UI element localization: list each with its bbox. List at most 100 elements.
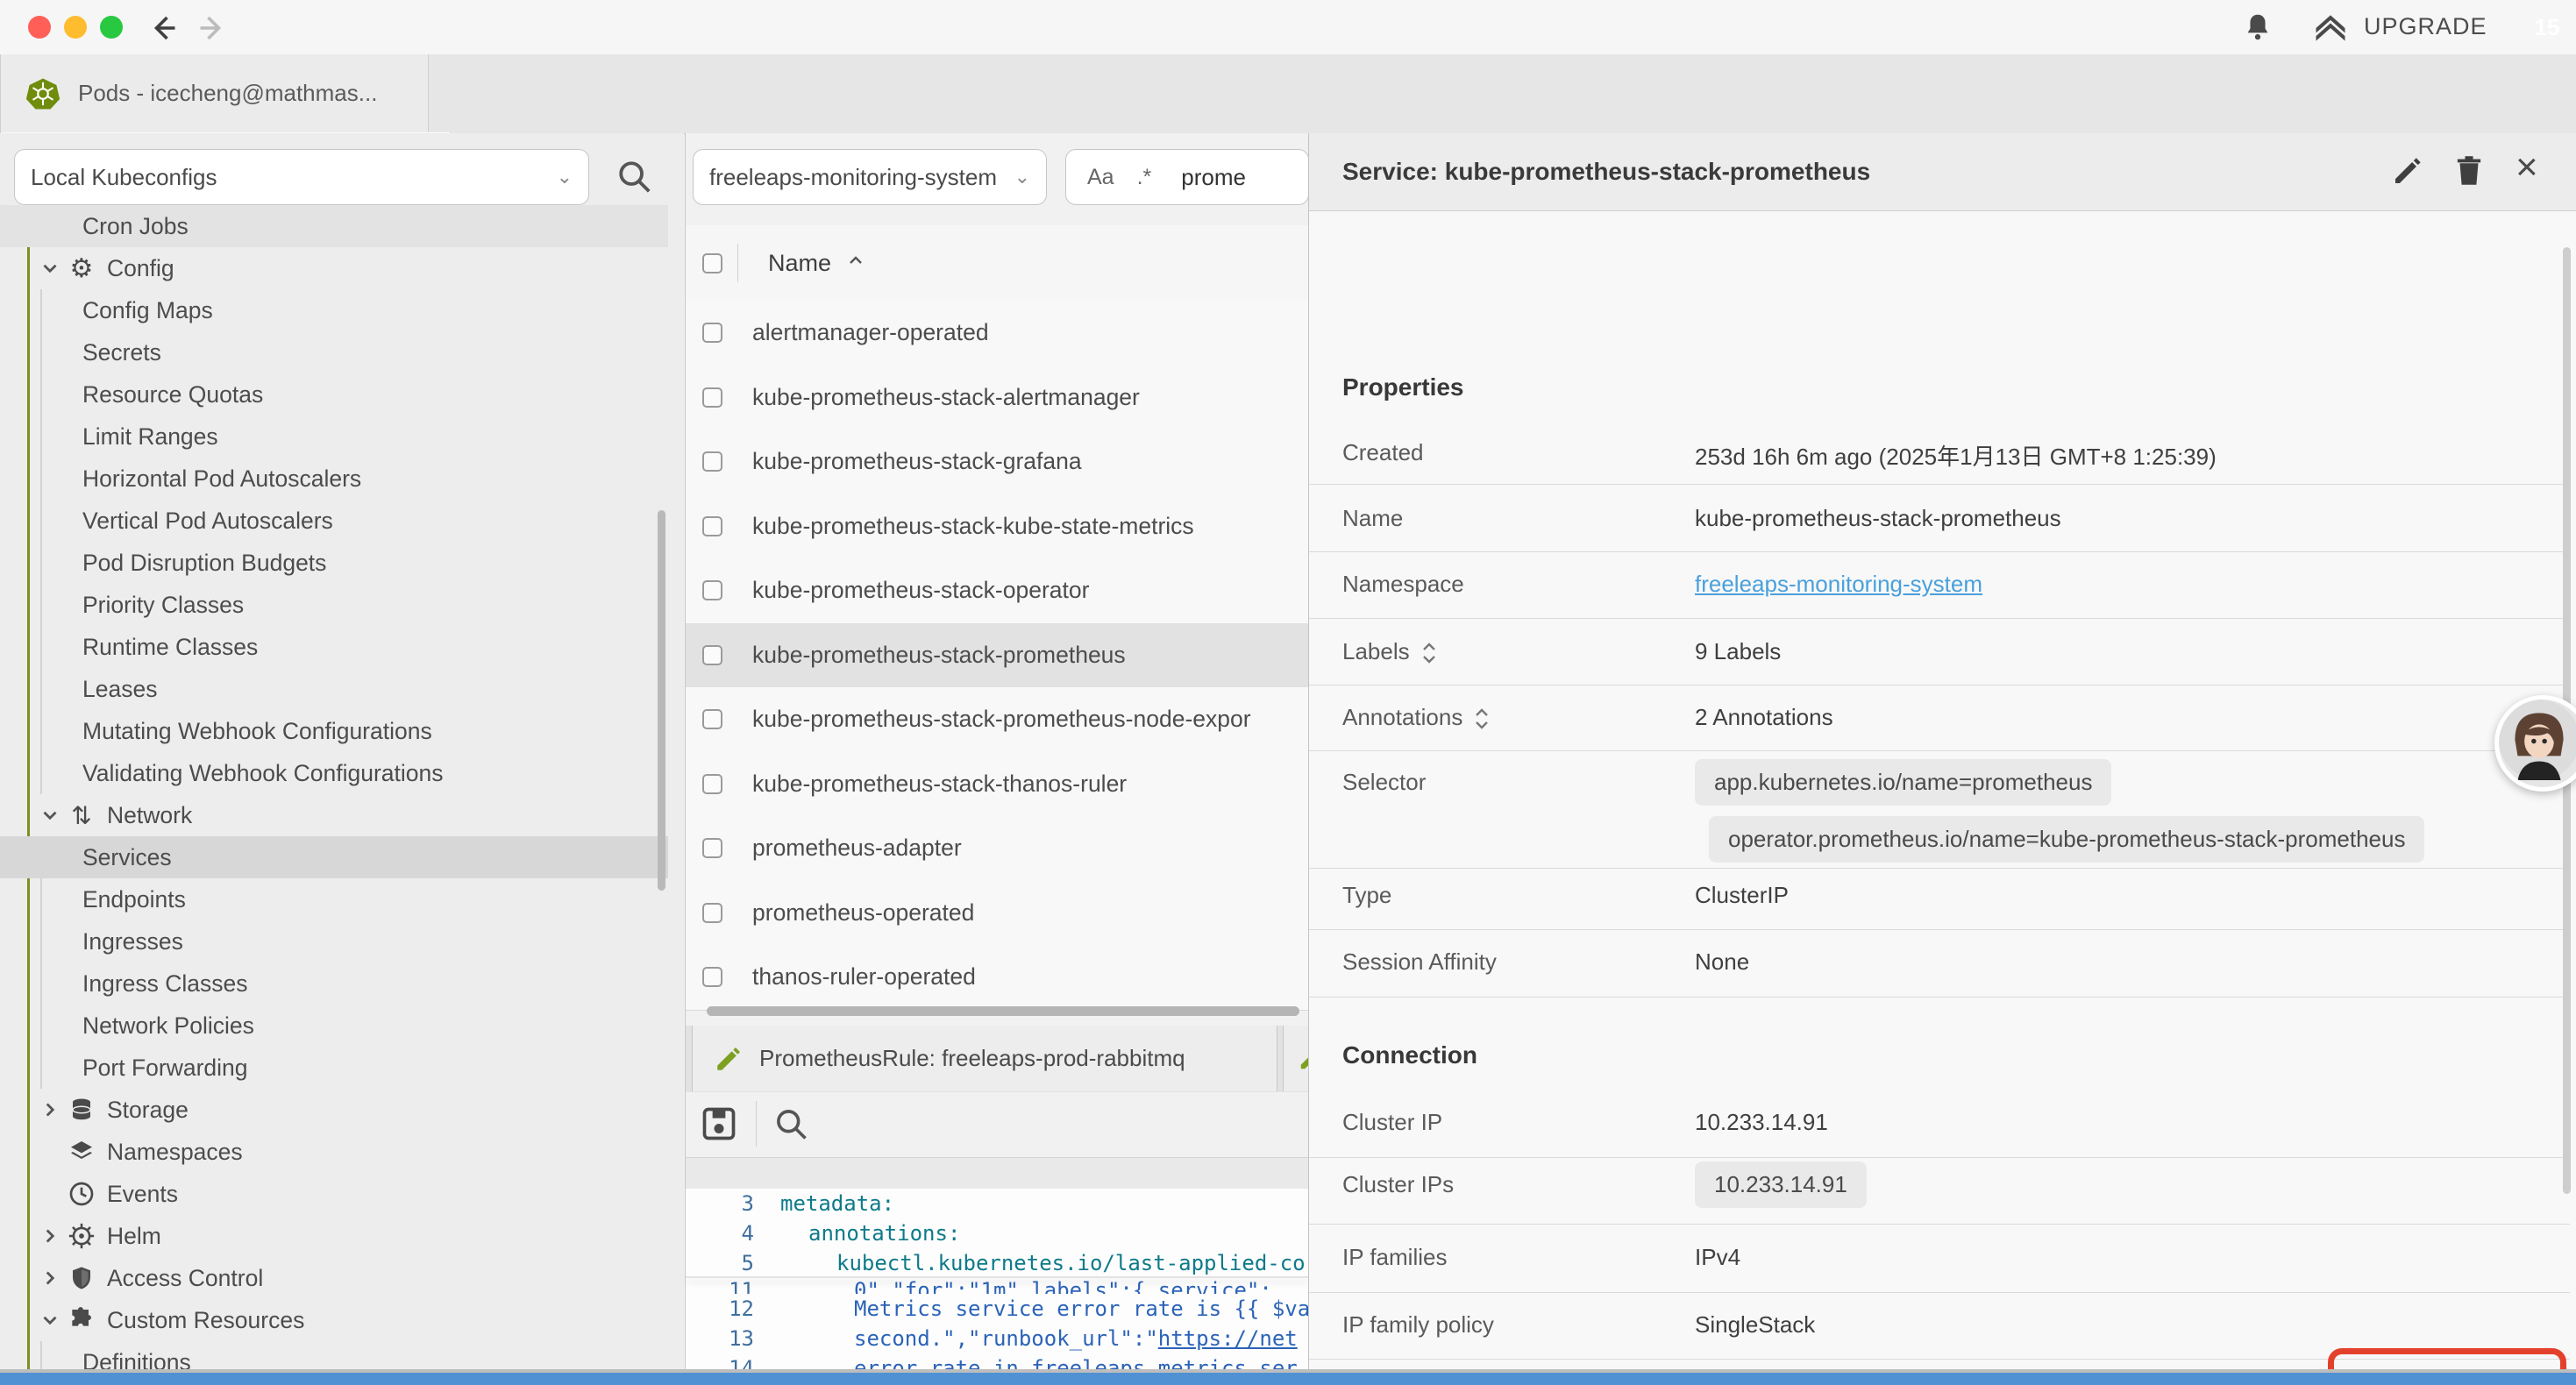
table-row[interactable]: kube-prometheus-stack-thanos-ruler: [686, 752, 1309, 818]
sidebar-item-storage[interactable]: Storage: [0, 1089, 668, 1131]
sidebar-item-ingresses[interactable]: Ingresses: [0, 920, 668, 962]
row-checkbox[interactable]: [702, 323, 722, 343]
row-checkbox[interactable]: [702, 580, 722, 600]
delete-trash-icon[interactable]: [2451, 153, 2487, 189]
close-icon[interactable]: ×: [2516, 146, 2538, 189]
sidebar-item-network[interactable]: ⇅Network: [0, 794, 668, 836]
sidebar-item-access-control[interactable]: Access Control: [0, 1257, 668, 1299]
sidebar-item-namespaces[interactable]: Namespaces: [0, 1131, 668, 1173]
editor-search-icon[interactable]: [772, 1104, 810, 1147]
back-icon[interactable]: [147, 12, 179, 44]
chevron-right-icon[interactable]: [39, 1225, 61, 1247]
table-row[interactable]: alertmanager-operated: [686, 301, 1309, 366]
table-row[interactable]: prometheus-adapter: [686, 816, 1309, 882]
gear-icon: ⚙: [65, 253, 98, 284]
sidebar-item-pod-disruption-budgets[interactable]: Pod Disruption Budgets: [0, 542, 668, 584]
chevron-down-icon[interactable]: [39, 804, 61, 827]
sidebar-item-config-maps[interactable]: Config Maps: [0, 289, 668, 331]
row-checkbox[interactable]: [702, 838, 722, 858]
sidebar-item-ingress-classes[interactable]: Ingress Classes: [0, 962, 668, 1005]
count-badge[interactable]: 15: [2525, 5, 2569, 49]
table-row[interactable]: thanos-ruler-operated: [686, 945, 1309, 1011]
upgrade-label[interactable]: UPGRADE: [2364, 13, 2487, 40]
sidebar-item-limit-ranges[interactable]: Limit Ranges: [0, 416, 668, 458]
row-checkbox[interactable]: [702, 903, 722, 923]
sidebar-item-horizontal-pod-autoscalers[interactable]: Horizontal Pod Autoscalers: [0, 458, 668, 500]
select-all-checkbox[interactable]: [702, 253, 722, 273]
line-link[interactable]: https://net: [1158, 1326, 1298, 1351]
table-row[interactable]: kube-prometheus-stack-kube-state-metrics: [686, 494, 1309, 560]
property-value: IPv4: [1695, 1244, 1740, 1271]
filter-query[interactable]: prome: [1181, 164, 1246, 191]
sidebar-item-services[interactable]: Services: [0, 836, 668, 878]
traffic-light-minimize[interactable]: [64, 16, 87, 39]
sidebar-item-cron-jobs[interactable]: Cron Jobs: [0, 205, 668, 247]
edit-pencil-icon[interactable]: [2389, 153, 2426, 189]
sidebar-item-label: Port Forwarding: [82, 1055, 248, 1082]
navigator-scrollbar[interactable]: [658, 510, 665, 891]
sidebar-item-secrets[interactable]: Secrets: [0, 331, 668, 373]
traffic-light-close[interactable]: [28, 16, 51, 39]
sidebar-item-endpoints[interactable]: Endpoints: [0, 878, 668, 920]
table-row[interactable]: kube-prometheus-stack-prometheus-node-ex…: [686, 687, 1309, 753]
filter-searchbox[interactable]: Aa .* prome: [1065, 149, 1309, 205]
namespace-link[interactable]: freeleaps-monitoring-system: [1695, 571, 1982, 598]
sort-asc-icon[interactable]: [845, 251, 866, 276]
editor-tab[interactable]: PrometheusRule: freeleaps-prod-rabbitmq: [692, 1026, 1277, 1091]
table-row[interactable]: kube-prometheus-stack-prometheus: [686, 623, 1309, 689]
sidebar-item-port-forwarding[interactable]: Port Forwarding: [0, 1047, 668, 1089]
sidebar-item-validating-webhook-configurations[interactable]: Validating Webhook Configurations: [0, 752, 668, 794]
sidebar-item-config[interactable]: ⚙Config: [0, 247, 668, 289]
traffic-light-zoom[interactable]: [100, 16, 123, 39]
horizontal-scrollbar[interactable]: [707, 1006, 1299, 1016]
sidebar-item-runtime-classes[interactable]: Runtime Classes: [0, 626, 668, 668]
table-row[interactable]: kube-prometheus-stack-grafana: [686, 430, 1309, 495]
sidebar-item-priority-classes[interactable]: Priority Classes: [0, 584, 668, 626]
upgrade-icon[interactable]: [2311, 9, 2350, 52]
row-checkbox[interactable]: [702, 451, 722, 472]
sidebar-item-custom-resources[interactable]: Custom Resources: [0, 1299, 668, 1341]
service-name: prometheus-adapter: [752, 835, 962, 862]
forward-icon[interactable]: [196, 12, 228, 44]
sidebar-item-events[interactable]: Events: [0, 1173, 668, 1215]
row-checkbox[interactable]: [702, 645, 722, 665]
tab-pods-icecheng-mathmas[interactable]: Pods - icecheng@mathmas...: [0, 54, 429, 132]
line-number: 11: [686, 1278, 754, 1294]
chevron-right-icon[interactable]: [39, 1098, 61, 1121]
sorter-icon[interactable]: [1473, 706, 1491, 732]
row-checkbox[interactable]: [702, 709, 722, 729]
yaml-editor[interactable]: 3metadata:4annotations:5kubectl.kubernet…: [686, 1189, 1309, 1373]
navigator-search-icon[interactable]: [614, 156, 654, 201]
row-checkbox[interactable]: [702, 516, 722, 536]
service-name: kube-prometheus-stack-kube-state-metrics: [752, 513, 1194, 540]
sidebar-item-mutating-webhook-configurations[interactable]: Mutating Webhook Configurations: [0, 710, 668, 752]
sidebar-item-helm[interactable]: Helm: [0, 1215, 668, 1257]
editor-tabbar: PrometheusRule: freeleaps-prod-rabbitmq: [686, 1026, 1309, 1093]
match-case-toggle[interactable]: Aa: [1087, 165, 1114, 190]
sidebar-item-vertical-pod-autoscalers[interactable]: Vertical Pod Autoscalers: [0, 500, 668, 542]
chevron-right-icon[interactable]: [39, 1267, 61, 1289]
notifications-bell-icon[interactable]: [2241, 11, 2274, 48]
line-text: second.","runbook_url":": [854, 1326, 1158, 1351]
namespace-select[interactable]: freeleaps-monitoring-system ⌄: [693, 149, 1047, 205]
row-checkbox[interactable]: [702, 967, 722, 987]
save-icon[interactable]: [700, 1104, 738, 1147]
sidebar-item-leases[interactable]: Leases: [0, 668, 668, 710]
column-name[interactable]: Name: [768, 250, 831, 277]
table-row[interactable]: prometheus-operated: [686, 881, 1309, 947]
table-row[interactable]: kube-prometheus-stack-alertmanager: [686, 366, 1309, 431]
regex-toggle[interactable]: .*: [1137, 165, 1152, 190]
row-checkbox[interactable]: [702, 387, 722, 408]
kubeconfig-select[interactable]: Local Kubeconfigs ⌄: [14, 149, 589, 205]
chevron-down-icon[interactable]: [39, 1309, 61, 1332]
row-checkbox[interactable]: [702, 774, 722, 794]
property-value: 9 Labels: [1695, 638, 1781, 665]
sidebar-item-network-policies[interactable]: Network Policies: [0, 1005, 668, 1047]
sidebar-item-resource-quotas[interactable]: Resource Quotas: [0, 373, 668, 416]
editor-tab-next-sliver[interactable]: [1283, 1026, 1309, 1091]
table-row[interactable]: kube-prometheus-stack-operator: [686, 558, 1309, 624]
chevron-down-icon[interactable]: [39, 257, 61, 280]
sorter-icon[interactable]: [1420, 640, 1438, 666]
line-text: Metrics service error rate is {{ $va: [854, 1296, 1310, 1321]
sidebar-item-label: Access Control: [107, 1265, 263, 1292]
